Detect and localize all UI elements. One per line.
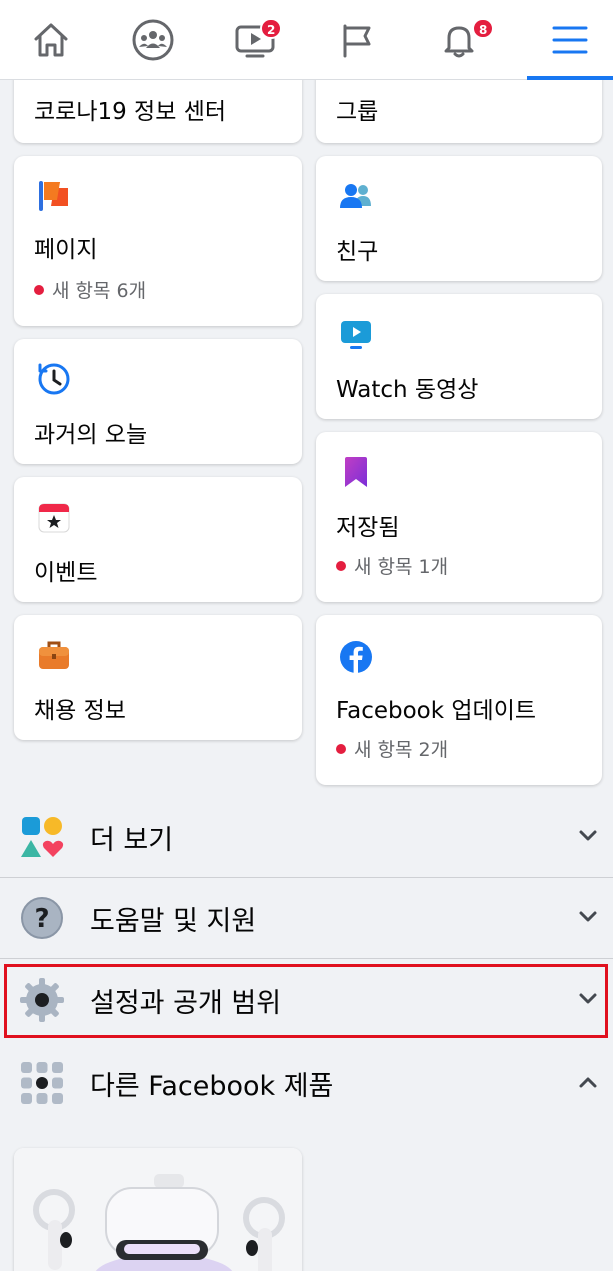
shortcut-title: Facebook 업데이트 bbox=[336, 698, 537, 724]
highlight-box bbox=[4, 964, 608, 1038]
home-icon bbox=[34, 23, 68, 57]
calendar-star-icon bbox=[38, 503, 70, 533]
new-items-label: 새 항목 1개 bbox=[354, 556, 449, 578]
chevron-down-icon bbox=[579, 911, 597, 922]
shortcut-friends[interactable]: 친구 bbox=[316, 156, 602, 281]
oculus-product-card[interactable] bbox=[14, 1148, 302, 1271]
shortcut-title: 코로나19 정보 센터 bbox=[34, 99, 227, 125]
new-items-label: 새 항목 2개 bbox=[354, 739, 449, 761]
nav-notifications-tab[interactable]: 8 bbox=[408, 0, 510, 80]
nav-watch-tab[interactable]: 2 bbox=[204, 0, 306, 80]
video-badge: 2 bbox=[260, 18, 283, 39]
shortcut-title: 친구 bbox=[336, 239, 379, 265]
help-question-icon: ? bbox=[21, 897, 63, 939]
nav-pages-tab[interactable] bbox=[306, 0, 408, 80]
shortcut-title: Watch 동영상 bbox=[336, 377, 479, 403]
nav-menu-tab[interactable] bbox=[527, 0, 613, 80]
chevron-up-icon bbox=[579, 1077, 597, 1088]
shortcut-pages[interactable]: 페이지 새 항목 6개 bbox=[14, 156, 302, 326]
menu-icon bbox=[552, 26, 588, 54]
saved-bookmark-icon bbox=[345, 457, 367, 487]
new-dot bbox=[336, 560, 346, 571]
shortcut-jobs[interactable]: 채용 정보 bbox=[14, 615, 302, 740]
groups-icon bbox=[132, 19, 174, 61]
new-items-count: 새 항목 1개 bbox=[336, 552, 448, 579]
chevron-down-icon bbox=[579, 830, 597, 841]
shortcut-watch[interactable]: Watch 동영상 bbox=[316, 294, 602, 419]
new-items-count: 새 항목 6개 bbox=[34, 276, 146, 303]
other-products-row[interactable]: 다른 Facebook 제품 bbox=[0, 1043, 613, 1123]
nav-groups-tab[interactable] bbox=[102, 0, 204, 80]
see-more-shapes-icon bbox=[21, 817, 64, 857]
nav-home-tab[interactable] bbox=[0, 0, 102, 80]
shortcut-events[interactable]: 이벤트 bbox=[14, 477, 302, 602]
see-more-row[interactable]: 더 보기 bbox=[0, 797, 613, 877]
shortcut-title: 그룹 bbox=[336, 99, 379, 125]
vr-headset-image bbox=[14, 1148, 302, 1271]
row-label: 더 보기 bbox=[90, 824, 174, 856]
shortcut-title: 채용 정보 bbox=[34, 698, 126, 724]
help-support-row[interactable]: ? 도움말 및 지원 bbox=[0, 878, 613, 958]
new-items-label: 새 항목 6개 bbox=[52, 280, 147, 302]
new-dot bbox=[34, 284, 44, 295]
memories-clock-icon bbox=[38, 363, 70, 395]
shortcut-memories[interactable]: 과거의 오늘 bbox=[14, 339, 302, 464]
facebook-logo-icon bbox=[340, 641, 372, 673]
shortcut-facebook-updates[interactable]: Facebook 업데이트 새 항목 2개 bbox=[316, 615, 602, 785]
new-dot bbox=[336, 743, 346, 754]
top-navigation: 2 8 bbox=[0, 0, 613, 80]
pages-flag-icon bbox=[39, 181, 68, 211]
shortcut-title: 이벤트 bbox=[34, 560, 98, 586]
row-label: 도움말 및 지원 bbox=[90, 905, 257, 937]
shortcut-title: 페이지 bbox=[34, 237, 98, 263]
notifications-badge: 8 bbox=[472, 18, 495, 39]
shortcut-saved[interactable]: 저장됨 새 항목 1개 bbox=[316, 432, 602, 602]
divider bbox=[0, 958, 613, 959]
pages-flag-icon bbox=[343, 24, 371, 58]
friends-icon bbox=[340, 184, 371, 208]
active-tab-indicator bbox=[527, 76, 613, 80]
apps-grid-icon bbox=[21, 1062, 63, 1104]
new-items-count: 새 항목 2개 bbox=[336, 735, 448, 762]
row-label: 다른 Facebook 제품 bbox=[90, 1070, 334, 1102]
svg-text:?: ? bbox=[34, 904, 49, 934]
briefcase-icon bbox=[39, 641, 69, 669]
shortcut-title: 저장됨 bbox=[336, 515, 400, 541]
watch-video-icon bbox=[341, 321, 371, 349]
shortcut-title: 과거의 오늘 bbox=[34, 422, 148, 448]
